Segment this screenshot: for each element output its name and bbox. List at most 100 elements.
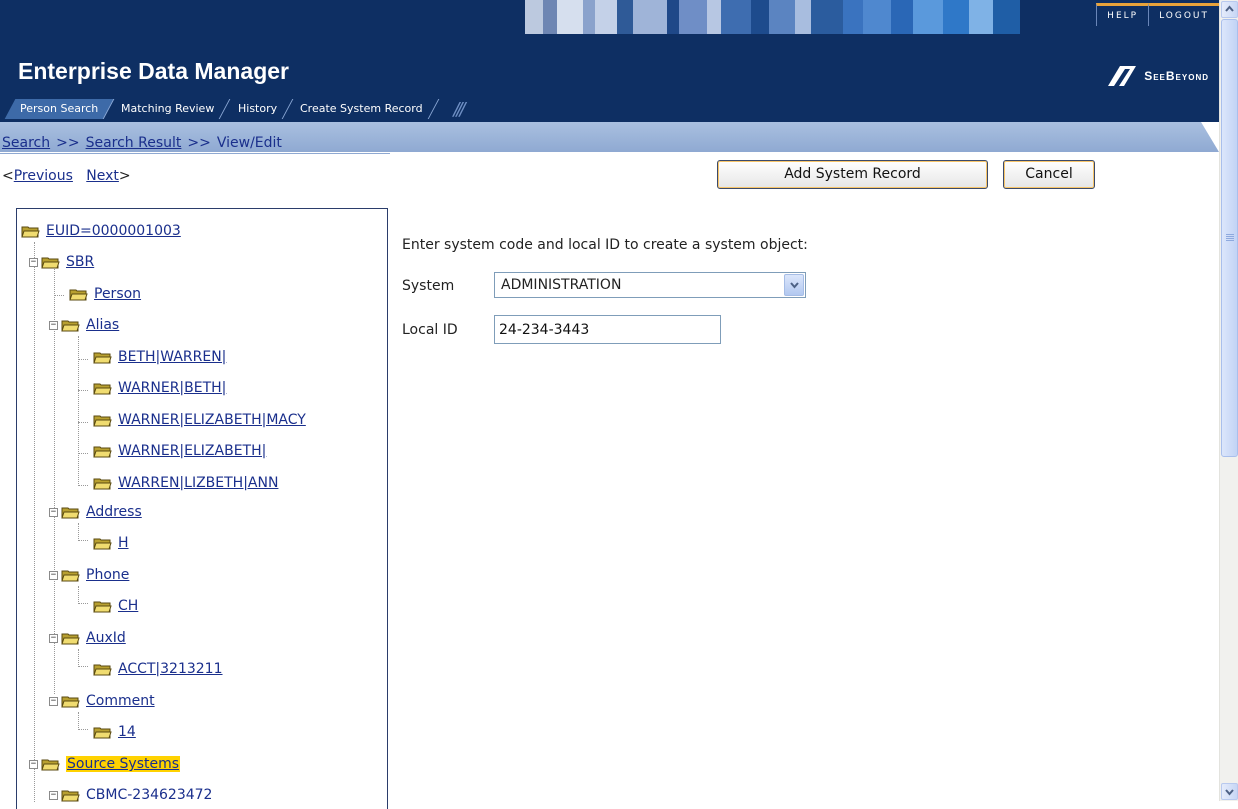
tree-node-phone-item[interactable]: CH (93, 595, 138, 617)
brand-logo: SeeBeyond (1106, 65, 1209, 87)
vertical-scrollbar[interactable] (1219, 0, 1238, 801)
scroll-thumb[interactable] (1221, 19, 1238, 457)
logout-link[interactable]: LOGOUT (1148, 3, 1219, 26)
breadcrumb-separator: >> (187, 135, 211, 151)
tab-matching-review[interactable]: Matching Review (105, 99, 231, 119)
record-tree-panel[interactable]: EUID=0000001003 − SBR Person − Alias BET… (16, 208, 388, 809)
comment-link[interactable]: Comment (86, 693, 155, 709)
alias-link[interactable]: Alias (86, 317, 119, 333)
local-id-input[interactable] (494, 315, 721, 344)
address-link[interactable]: Address (86, 504, 142, 520)
folder-open-icon (61, 790, 80, 801)
alias-item-link[interactable]: WARNER|BETH| (118, 380, 226, 396)
comment-item-link[interactable]: 14 (118, 724, 136, 740)
collapse-toggle[interactable]: − (49, 696, 58, 706)
phone-item-link[interactable]: CH (118, 598, 138, 614)
app-title: Enterprise Data Manager (18, 58, 289, 84)
collapse-toggle[interactable]: − (29, 257, 38, 267)
tab-decoration: /// (453, 98, 465, 120)
auxid-link[interactable]: AuxId (86, 630, 126, 646)
tab-label: Matching Review (121, 102, 215, 115)
tree-node-alias-item[interactable]: WARNER|BETH| (93, 377, 226, 399)
person-link[interactable]: Person (94, 286, 141, 302)
cancel-button[interactable]: Cancel (1003, 160, 1095, 189)
folder-open-icon (93, 415, 112, 426)
tree-node-comment[interactable]: − Comment (49, 690, 155, 712)
tab-history[interactable]: History (222, 99, 294, 119)
tree-node-source-item[interactable]: − CBMC-234623472 (49, 784, 212, 806)
tree-node-euid[interactable]: EUID=0000001003 (21, 220, 181, 242)
breadcrumb-search-result-link[interactable]: Search Result (86, 135, 182, 151)
tree-node-source-systems[interactable]: − Source Systems (29, 753, 181, 775)
tree-connector (78, 729, 88, 730)
tree-node-address-item[interactable]: H (93, 532, 129, 554)
header-decoration (495, 0, 1040, 34)
breadcrumb: Search >> Search Result >> View/Edit (2, 135, 282, 151)
folder-open-icon (21, 226, 40, 237)
tree-connector (78, 649, 79, 667)
source-systems-link[interactable]: Source Systems (66, 756, 181, 772)
euid-link[interactable]: EUID=0000001003 (46, 223, 181, 239)
tab-person-search[interactable]: Person Search (4, 99, 115, 119)
tree-connector (78, 540, 88, 541)
tab-bar: Person Search Matching Review History Cr… (4, 98, 466, 120)
help-link[interactable]: HELP (1096, 3, 1149, 26)
breadcrumb-search-link[interactable]: Search (2, 135, 50, 151)
collapse-toggle[interactable]: − (49, 507, 58, 517)
tree-connector (34, 242, 35, 802)
next-link[interactable]: Next (86, 168, 119, 184)
tree-node-alias-item[interactable]: WARNER|ELIZABETH|MACY (93, 409, 306, 431)
tree-node-auxid[interactable]: − AuxId (49, 627, 126, 649)
folder-open-icon (61, 507, 80, 518)
tree-node-person[interactable]: Person (69, 283, 141, 305)
alias-item-link[interactable]: WARREN|LIZBETH|ANN (118, 475, 278, 491)
address-item-link[interactable]: H (118, 535, 129, 551)
sbr-link[interactable]: SBR (66, 254, 94, 270)
alias-item-link[interactable]: BETH|WARREN| (118, 349, 226, 365)
top-links: HELP LOGOUT (1096, 2, 1219, 32)
auxid-item-link[interactable]: ACCT|3213211 (118, 661, 223, 677)
folder-open-icon (69, 289, 88, 300)
folder-open-icon (93, 352, 112, 363)
add-system-record-button[interactable]: Add System Record (717, 160, 988, 189)
collapse-toggle[interactable]: − (49, 790, 58, 800)
dropdown-button[interactable] (784, 274, 804, 296)
folder-open-icon (93, 727, 112, 738)
collapse-toggle[interactable]: − (49, 320, 58, 330)
collapse-toggle[interactable]: − (49, 570, 58, 580)
tree-node-alias-item[interactable]: WARNER|ELIZABETH| (93, 440, 266, 462)
collapse-toggle[interactable]: − (49, 633, 58, 643)
tree-node-alias[interactable]: − Alias (49, 314, 119, 336)
scroll-up-button[interactable] (1221, 1, 1238, 18)
tree-connector (78, 666, 88, 667)
app-header: HELP LOGOUT Enterprise Data Manager SeeB… (0, 0, 1219, 122)
alias-item-link[interactable]: WARNER|ELIZABETH|MACY (118, 412, 306, 428)
tree-connector (78, 712, 79, 730)
collapse-toggle[interactable]: − (29, 759, 38, 769)
tree-node-address[interactable]: − Address (49, 501, 142, 523)
folder-open-icon (93, 601, 112, 612)
scroll-down-button[interactable] (1221, 783, 1238, 800)
tree-node-phone[interactable]: − Phone (49, 564, 129, 586)
folder-open-icon (61, 570, 80, 581)
previous-link[interactable]: Previous (14, 168, 73, 184)
tree-node-alias-item[interactable]: WARREN|LIZBETH|ANN (93, 472, 278, 494)
folder-open-icon (93, 538, 112, 549)
tree-node-comment-item[interactable]: 14 (93, 721, 136, 743)
form-instruction: Enter system code and local ID to create… (402, 237, 808, 253)
system-select[interactable]: ADMINISTRATION (494, 272, 806, 298)
tab-create-system-record[interactable]: Create System Record (284, 99, 439, 119)
tree-node-alias-item[interactable]: BETH|WARREN| (93, 346, 226, 368)
breadcrumb-separator: >> (56, 135, 80, 151)
pager-gt: > (118, 168, 131, 184)
phone-link[interactable]: Phone (86, 567, 129, 583)
tree-node-sbr[interactable]: − SBR (29, 251, 94, 273)
folder-open-icon (93, 446, 112, 457)
system-label: System (402, 278, 455, 294)
tree-connector (78, 485, 88, 486)
tree-connector (54, 295, 64, 296)
folder-open-icon (61, 320, 80, 331)
alias-item-link[interactable]: WARNER|ELIZABETH| (118, 443, 266, 459)
tree-node-auxid-item[interactable]: ACCT|3213211 (93, 658, 223, 680)
tree-connector (78, 359, 88, 360)
